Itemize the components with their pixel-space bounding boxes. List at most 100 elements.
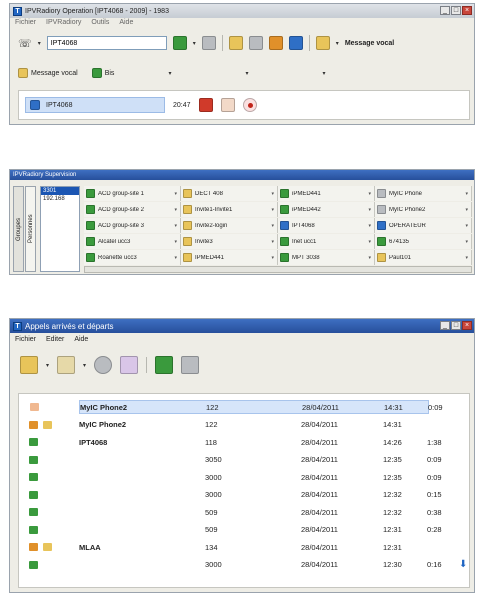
supervision-cell[interactable]: iPMED441 ▾ <box>278 186 375 201</box>
tab-personnes[interactable]: Personnes <box>25 186 36 272</box>
supervision-cell[interactable]: Invite1-Invite1 ▾ <box>181 202 278 217</box>
delete-entries-icon[interactable] <box>120 356 139 374</box>
chevron-down-icon[interactable]: ▾ <box>465 191 468 197</box>
supervision-cell[interactable]: OPERATEUR ▾ <box>375 218 472 233</box>
table-row[interactable]: MyIC Phone2 122 28/04/2011 14:31 0:09 <box>30 400 443 414</box>
supervision-cell[interactable]: ACD group-site 1 ▾ <box>84 186 181 201</box>
message-vocal-button[interactable]: Message vocal <box>18 68 78 78</box>
message-vocal-label[interactable]: Message vocal <box>345 40 394 47</box>
chevron-down-icon[interactable]: ▾ <box>174 207 177 213</box>
chevron-down-icon[interactable]: ▾ <box>465 239 468 245</box>
chevron-down-icon[interactable]: ▾ <box>465 255 468 261</box>
chevron-down-icon[interactable]: ▾ <box>368 191 371 197</box>
chevron-down-icon[interactable]: ▾ <box>465 223 468 229</box>
supervision-cell[interactable]: Inet ucc1 ▾ <box>278 234 375 249</box>
supervision-cell[interactable]: 674135 ▾ <box>375 234 472 249</box>
voicemail-icon[interactable] <box>268 36 283 50</box>
supervision-cell[interactable]: ACD group-site 2 ▾ <box>84 202 181 217</box>
chevron-down-icon[interactable]: ▾ <box>368 207 371 213</box>
supervision-cell[interactable]: Invite3 ▾ <box>181 234 278 249</box>
chevron-down-icon[interactable]: ▾ <box>368 223 371 229</box>
chevron-down-icon[interactable]: ▾ <box>83 362 86 369</box>
chevron-down-icon[interactable]: ▾ <box>322 70 325 77</box>
supervision-cell[interactable]: MPT 3038 ▾ <box>278 250 375 265</box>
menu-aide[interactable]: Aide <box>119 19 133 26</box>
chevron-down-icon[interactable]: ▾ <box>174 191 177 197</box>
menu-editer[interactable]: Editer <box>46 336 64 343</box>
chevron-down-icon[interactable]: ▾ <box>271 191 274 197</box>
contact-card-icon[interactable] <box>201 36 216 50</box>
chevron-down-icon[interactable]: ▾ <box>245 70 248 77</box>
list-item[interactable]: 192.168 <box>41 195 79 203</box>
hangup-icon[interactable] <box>198 98 213 112</box>
window-icon[interactable] <box>288 36 303 50</box>
filter-calls-icon[interactable] <box>20 356 38 374</box>
active-call-entry[interactable]: IPT4068 <box>25 97 165 113</box>
transfer-icon[interactable] <box>220 98 235 112</box>
chevron-down-icon[interactable]: ▾ <box>271 207 274 213</box>
table-row[interactable]: 3000 28/04/2011 12:32 0:15 <box>19 488 469 502</box>
chevron-down-icon[interactable]: ▾ <box>46 362 49 369</box>
contact-card-icon[interactable] <box>181 356 200 374</box>
minimize-button[interactable]: _ <box>440 6 450 15</box>
supervision-cell[interactable]: IPT4068 ▾ <box>278 218 375 233</box>
close-button[interactable]: × <box>462 321 472 330</box>
chevron-down-icon[interactable]: ▾ <box>271 239 274 245</box>
chevron-down-icon[interactable]: ▾ <box>174 239 177 245</box>
chevron-down-icon[interactable]: ▾ <box>174 255 177 261</box>
supervision-cell[interactable]: IPMED441 ▾ <box>181 250 278 265</box>
table-row[interactable]: MyIC Phone2 122 28/04/2011 14:31 <box>19 418 469 432</box>
table-row[interactable]: 509 28/04/2011 12:31 0:28 <box>19 523 469 537</box>
funnel-icon[interactable] <box>57 356 76 374</box>
chevron-down-icon[interactable]: ▾ <box>193 40 196 47</box>
table-row[interactable]: 3050 28/04/2011 12:35 0:09 <box>19 453 469 467</box>
screen-icon[interactable] <box>248 36 263 50</box>
close-button[interactable]: × <box>462 6 472 15</box>
menu-aide[interactable]: Aide <box>74 336 88 343</box>
chevron-down-icon[interactable]: ▾ <box>271 223 274 229</box>
menu-fichier[interactable]: Fichier <box>15 19 36 26</box>
record-icon[interactable] <box>242 98 257 112</box>
chevron-down-icon[interactable]: ▾ <box>368 239 371 245</box>
table-row[interactable]: MLAA 134 28/04/2011 12:31 <box>19 540 469 554</box>
bis-button[interactable]: Bis <box>91 68 114 78</box>
download-arrow-icon[interactable]: ⬇ <box>459 559 467 570</box>
minimize-button[interactable]: _ <box>440 321 450 330</box>
chevron-down-icon[interactable]: ▾ <box>271 255 274 261</box>
maximize-button[interactable]: □ <box>451 6 461 15</box>
phone-book-icon[interactable]: ☏ <box>18 37 32 50</box>
table-row[interactable]: 3000 28/04/2011 12:35 0:09 <box>19 470 469 484</box>
menu-outils[interactable]: Outils <box>91 19 109 26</box>
dial-input[interactable] <box>46 36 167 50</box>
menu-fichier[interactable]: Fichier <box>15 336 36 343</box>
refresh-icon[interactable] <box>94 356 113 374</box>
supervision-cell[interactable]: MyIC Phone ▾ <box>375 186 472 201</box>
chevron-down-icon[interactable]: ▾ <box>168 70 171 77</box>
tab-groupes[interactable]: Groupes <box>13 186 24 272</box>
supervision-cell[interactable]: Alcatel ucc3 ▾ <box>84 234 181 249</box>
maximize-button[interactable]: □ <box>451 321 461 330</box>
supervision-cell[interactable]: MyIC Phone2 ▾ <box>375 202 472 217</box>
chevron-down-icon[interactable]: ▾ <box>174 223 177 229</box>
chevron-down-icon[interactable]: ▾ <box>465 207 468 213</box>
horizontal-scrollbar[interactable] <box>84 266 472 273</box>
menu-ipvradiory[interactable]: IPVRadiory <box>46 19 81 26</box>
table-row[interactable]: 3000 28/04/2011 12:30 0:16 ⬇ <box>19 558 469 572</box>
chevron-down-icon[interactable]: ▾ <box>38 40 41 47</box>
supervision-cell[interactable]: Invite2-login ▾ <box>181 218 278 233</box>
mailbox-icon[interactable] <box>315 36 330 50</box>
supervision-cell[interactable]: iPMED442 ▾ <box>278 202 375 217</box>
supervision-cell[interactable]: Paul101 ▾ <box>375 250 472 265</box>
call-duration: 0:15 <box>427 490 442 499</box>
call-icon[interactable] <box>155 356 174 374</box>
call-icon[interactable] <box>172 36 187 50</box>
supervision-cell[interactable]: DECT 408 ▾ <box>181 186 278 201</box>
chevron-down-icon[interactable]: ▾ <box>368 255 371 261</box>
supervision-cell[interactable]: Roanette ucc3 ▾ <box>84 250 181 265</box>
table-row[interactable]: 509 28/04/2011 12:32 0:38 <box>19 505 469 519</box>
supervision-cell[interactable]: ACD group-site 3 ▾ <box>84 218 181 233</box>
table-row[interactable]: IPT4068 118 28/04/2011 14:26 1:38 <box>19 435 469 449</box>
folder-icon[interactable] <box>228 36 243 50</box>
list-item[interactable]: 3301 <box>41 187 79 195</box>
chevron-down-icon[interactable]: ▾ <box>336 40 339 47</box>
